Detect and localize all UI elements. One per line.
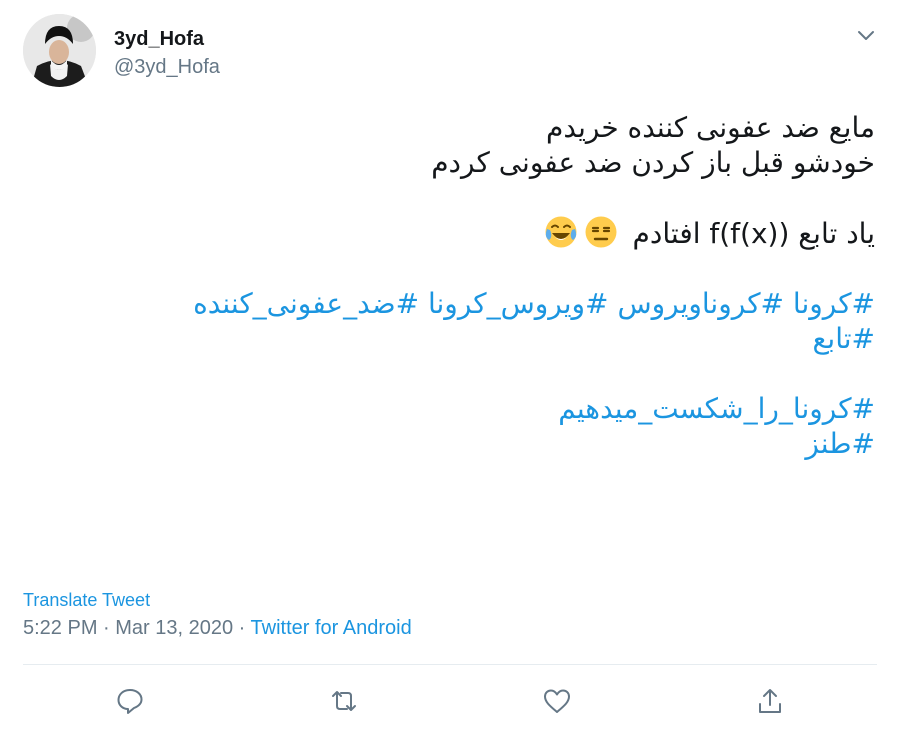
tweet-text-line: مایع ضد عفونی کننده خریدم xyxy=(546,111,875,144)
retweet-icon[interactable] xyxy=(329,686,359,716)
avatar[interactable] xyxy=(23,14,96,87)
hashtag-link[interactable]: #کرونا xyxy=(793,287,875,320)
tweet-meta: 5:22 PM · Mar 13, 2020 · Twitter for And… xyxy=(23,617,412,640)
expressionless-emoji xyxy=(584,215,618,249)
tweet-time[interactable]: 5:22 PM xyxy=(23,617,97,639)
hashtag-link[interactable]: #ویروس_کرونا xyxy=(428,287,609,320)
meta-separator: · xyxy=(233,617,251,639)
tweet-text: مایع ضد عفونی کننده خریدم خودشو قبل باز … xyxy=(25,110,875,461)
hashtag-row: #کرونا_را_شکست_میدهیم xyxy=(25,391,875,426)
tweet-card: 3yd_Hofa @3yd_Hofa مایع ضد عفونی کننده خ… xyxy=(0,0,897,737)
hashtag-link[interactable]: #کروناویروس xyxy=(617,287,784,320)
hashtag-link[interactable]: #تابع xyxy=(813,322,875,355)
hashtag-row: #طنز xyxy=(25,426,875,461)
tweet-text-line-with-emoji: یاد تابع f(f(x)) افتادم xyxy=(25,215,875,251)
translate-tweet-link[interactable]: Translate Tweet xyxy=(23,590,150,611)
hashtag-link[interactable]: #طنز xyxy=(805,427,875,460)
hashtag-link[interactable]: #ضد_عفونی_کننده xyxy=(193,287,419,320)
display-name[interactable]: 3yd_Hofa xyxy=(114,27,220,51)
tweet-text-line: یاد تابع f(f(x)) افتادم xyxy=(632,217,875,250)
tweet-date[interactable]: Mar 13, 2020 xyxy=(115,617,233,639)
tweet-header: 3yd_Hofa @3yd_Hofa xyxy=(23,14,877,90)
tweet-source-link[interactable]: Twitter for Android xyxy=(251,617,412,639)
share-icon[interactable] xyxy=(755,686,785,716)
divider xyxy=(23,664,877,665)
avatar-image xyxy=(23,14,96,87)
laughing-tears-emoji xyxy=(544,215,578,249)
handle[interactable]: @3yd_Hofa xyxy=(114,55,220,79)
tweet-text-line: خودشو قبل باز کردن ضد عفونی کردم xyxy=(431,146,875,179)
author-names: 3yd_Hofa @3yd_Hofa xyxy=(114,27,220,79)
like-icon[interactable] xyxy=(542,686,572,716)
hashtag-link[interactable]: #کرونا_را_شکست_میدهیم xyxy=(558,392,875,425)
hashtag-row: #تابع xyxy=(25,321,875,356)
chevron-down-icon[interactable] xyxy=(855,24,877,46)
reply-icon[interactable] xyxy=(115,686,145,716)
meta-separator: · xyxy=(97,617,116,639)
hashtag-row: #کرونا #کروناویروس #ویروس_کرونا #ضد_عفون… xyxy=(25,286,875,321)
